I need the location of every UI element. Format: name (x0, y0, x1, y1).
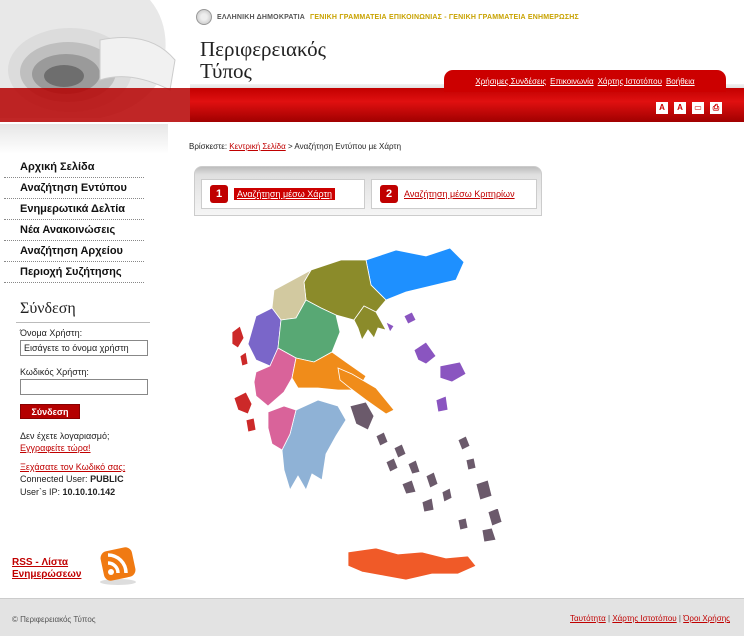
window-icon[interactable]: ▭ (692, 102, 704, 114)
login-title: Σύνδεση (20, 300, 76, 317)
menu-item-search-publication[interactable]: Αναζήτηση Εντύπου (4, 178, 144, 199)
region-north-aegean[interactable] (385, 311, 467, 413)
site-title-line-1: Περιφερειακός (200, 37, 326, 61)
register-link[interactable]: Εγγραφείτε τώρα! (20, 443, 91, 453)
region-east-macedonia-thrace[interactable] (365, 247, 465, 301)
print-icon[interactable]: ⎙ (710, 102, 722, 114)
rss-icon[interactable] (96, 546, 140, 586)
useful-links-link[interactable]: Χρήσιμες Συνδέσεις (475, 77, 546, 86)
login-button[interactable]: Σύνδεση (20, 404, 80, 419)
contact-link[interactable]: Επικοινωνία (550, 77, 593, 86)
no-account-text: Δεν έχετε λογαριασμό; (20, 431, 110, 441)
connected-user: Connected User: PUBLIC (20, 474, 124, 484)
gov-line-2: ΓΕΝΙΚΗ ΓΡΑΜΜΑΤΕΙΑ ΕΠΙΚΟΙΝΩΝΙΑΣ - ΓΕΝΙΚΗ … (309, 13, 579, 21)
accessibility-tools: A A ▭ ⎙ (656, 102, 722, 114)
rss-link[interactable]: RSS - Λίστα Ενημερώσεων (12, 557, 81, 581)
font-increase-icon[interactable]: A (674, 102, 686, 114)
menu-item-announcements[interactable]: Νέα Ανακοινώσεις (4, 220, 144, 241)
copyright: © Περιφερειακός Τύπος (12, 615, 96, 624)
region-crete[interactable] (347, 547, 477, 581)
help-link[interactable]: Βοήθεια (666, 77, 695, 86)
tab-1-label: Αναζήτηση μέσω Χάρτη (234, 188, 336, 200)
font-decrease-icon[interactable]: A (656, 102, 668, 114)
footer-links: Ταυτότητα | Χάρτης Ιστοτόπου | Όροι Χρήσ… (570, 614, 730, 623)
user-ip: User`s IP: 10.10.10.142 (20, 487, 115, 497)
menu-item-newsletters[interactable]: Ενημερωτικά Δελτία (4, 199, 144, 220)
header: ΕΛΛΗΝΙΚΗ ΔΗΜΟΚΡΑΤΙΑ ΓΕΝΙΚΗ ΓΡΑΜΜΑΤΕΙΑ ΕΠ… (0, 0, 744, 124)
tab-2-number: 2 (380, 185, 398, 203)
gov-line-1: ΕΛΛΗΝΙΚΗ ΔΗΜΟΚΡΑΤΙΑ (217, 13, 305, 21)
rss-link-line-1: RSS - Λίστα (12, 557, 69, 568)
username-input[interactable] (20, 340, 148, 356)
sidebar-shade (0, 124, 168, 154)
tab-map-search[interactable]: 1 Αναζήτηση μέσω Χάρτη (201, 179, 365, 209)
connected-user-label: Connected User: (20, 474, 88, 484)
breadcrumb-home-link[interactable]: Κεντρική Σελίδα (229, 142, 285, 151)
tab-1-number: 1 (210, 185, 228, 203)
greece-regions-map[interactable] (226, 240, 516, 590)
menu-item-home[interactable]: Αρχική Σελίδα (4, 157, 144, 178)
rss-link-line-2: Ενημερώσεων (12, 569, 82, 580)
connected-user-value: PUBLIC (90, 474, 124, 484)
menu-item-search-archive[interactable]: Αναζήτηση Αρχείου (4, 241, 144, 262)
footer-identity-link[interactable]: Ταυτότητα (570, 614, 606, 623)
greek-emblem-icon (196, 9, 212, 25)
top-links-bar: Χρήσιμες Συνδέσεις Επικοινωνία Χάρτης Ισ… (444, 70, 726, 92)
region-south-aegean[interactable] (375, 431, 503, 543)
site-title: Περιφερειακός Τύπος (200, 38, 326, 82)
breadcrumb-current: > Αναζήτηση Εντύπου με Χάρτη (287, 142, 402, 151)
tab-2-label: Αναζήτηση μέσω Κριτηρίων (404, 189, 515, 199)
user-ip-value: 10.10.10.142 (62, 487, 116, 497)
search-tabs: 1 Αναζήτηση μέσω Χάρτη 2 Αναζήτηση μέσω … (194, 166, 542, 216)
region-attica[interactable] (349, 401, 375, 431)
footer-sitemap-link[interactable]: Χάρτης Ιστοτόπου (612, 614, 676, 623)
main-menu: Αρχική Σελίδα Αναζήτηση Εντύπου Ενημερωτ… (4, 157, 144, 283)
footer: © Περιφερειακός Τύπος Ταυτότητα | Χάρτης… (0, 598, 744, 636)
site-title-line-2: Τύπος (200, 59, 252, 83)
government-bar: ΕΛΛΗΝΙΚΗ ΔΗΜΟΚΡΑΤΙΑ ΓΕΝΙΚΗ ΓΡΑΜΜΑΤΕΙΑ ΕΠ… (196, 7, 579, 27)
username-label: Όνομα Χρήστη: (20, 328, 83, 338)
breadcrumb-prefix: Βρίσκεστε: (189, 142, 228, 151)
password-label: Κωδικός Χρήστη: (20, 367, 89, 377)
password-input[interactable] (20, 379, 148, 395)
login-divider (16, 322, 150, 323)
forgot-password-link[interactable]: Ξεχάσατε τον Κωδικό σας; (20, 462, 125, 472)
menu-item-discussion[interactable]: Περιοχή Συζήτησης (4, 262, 144, 283)
sitemap-link[interactable]: Χάρτης Ιστοτόπου (598, 77, 662, 86)
user-ip-label: User`s IP: (20, 487, 61, 497)
newspaper-logo-image (0, 0, 190, 124)
footer-terms-link[interactable]: Όροι Χρήσης (683, 614, 730, 623)
breadcrumb: Βρίσκεστε: Κεντρική Σελίδα > Αναζήτηση Ε… (189, 142, 401, 151)
tab-criteria-search[interactable]: 2 Αναζήτηση μέσω Κριτηρίων (371, 179, 537, 209)
